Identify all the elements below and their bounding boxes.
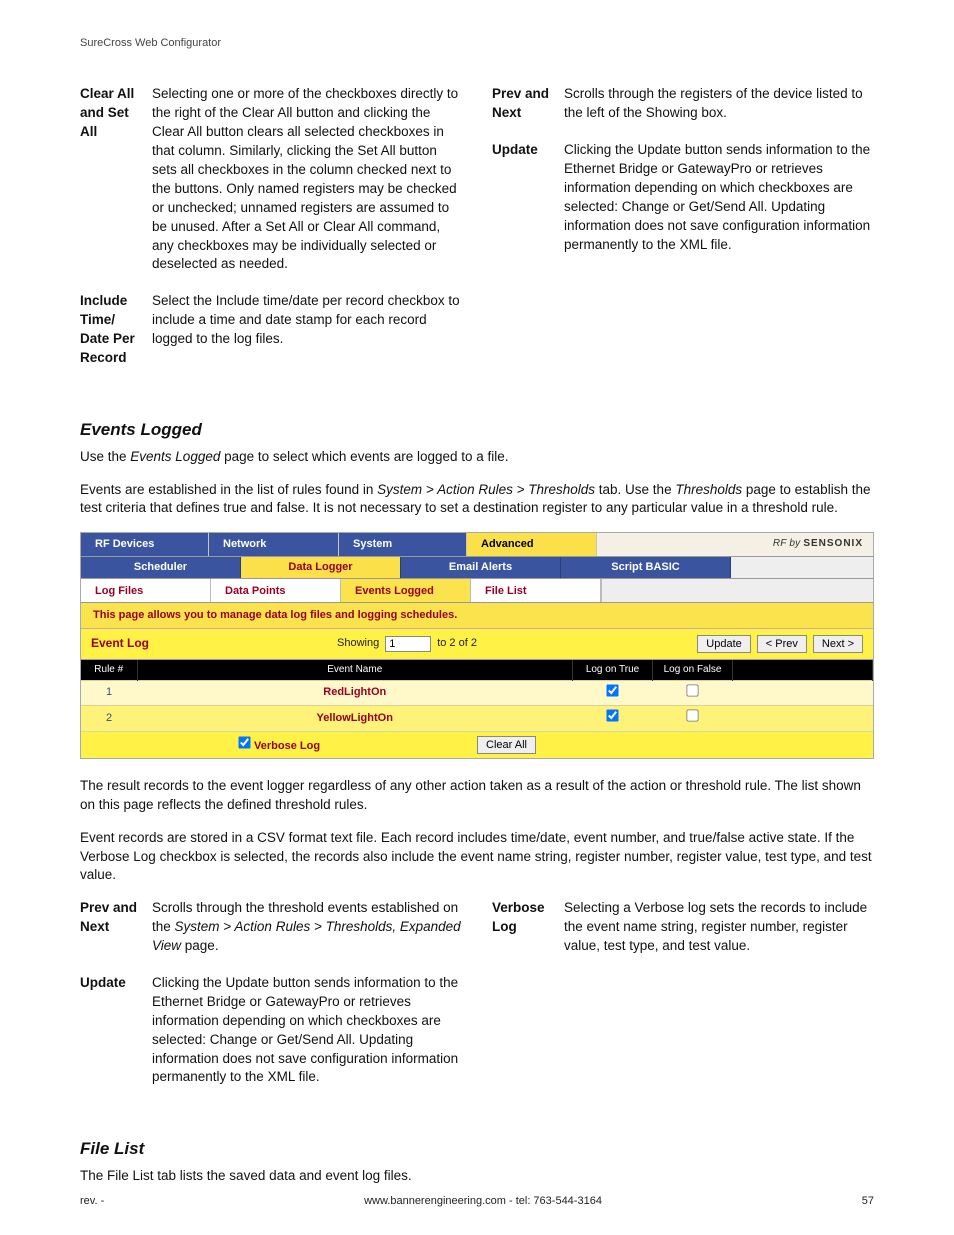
tab-file-list[interactable]: File List [471, 579, 601, 602]
text-em: System > Action Rules > Thresholds [377, 482, 595, 497]
footer-page-number: 57 [862, 1194, 874, 1209]
verbose-log-label: Verbose Log [254, 740, 320, 752]
update-button[interactable]: Update [697, 635, 750, 653]
def-term: Prev and Next [492, 85, 564, 123]
prev-button[interactable]: < Prev [757, 635, 807, 653]
tertiary-tabs: Log Files Data Points Events Logged File… [81, 579, 873, 603]
table-row: 1 RedLightOn [81, 680, 873, 705]
text: page to select which events are logged t… [220, 449, 508, 464]
cell-name: YellowLightOn [137, 706, 573, 731]
cell-log-true [573, 680, 653, 705]
def-term: Include Time/ Date Per Record [80, 292, 152, 368]
def-desc: Select the Include time/date per record … [152, 292, 462, 368]
cell-log-false [653, 706, 733, 731]
def-desc: Scrolls through the registers of the dev… [564, 85, 874, 123]
col-spacer [733, 660, 873, 681]
after-shot-p2: Event records are stored in a CSV format… [80, 829, 874, 886]
def-desc: Scrolls through the threshold events est… [152, 899, 462, 956]
brand-name: SENSONIX [803, 538, 863, 549]
top-definitions: Clear All and Set All Selecting one or m… [80, 85, 874, 385]
def-desc: Clicking the Update button sends informa… [152, 974, 462, 1087]
text: Use the [80, 449, 130, 464]
col-log-false: Log on False [653, 660, 733, 681]
showing-input[interactable] [385, 636, 431, 652]
file-list-intro: The File List tab lists the saved data a… [80, 1167, 874, 1186]
tab-log-files[interactable]: Log Files [81, 579, 211, 602]
def-term: Prev and Next [80, 899, 152, 956]
def-desc: Selecting a Verbose log sets the records… [564, 899, 874, 956]
tab-scheduler[interactable]: Scheduler [81, 557, 241, 578]
after-shot-p1: The result records to the event logger r… [80, 777, 874, 815]
showing-label: Showing [337, 636, 379, 651]
ui-screenshot-panel: RF Devices Network System Advanced RF by… [80, 532, 874, 759]
log-false-checkbox[interactable] [686, 684, 698, 696]
def-desc: Selecting one or more of the checkboxes … [152, 85, 462, 274]
table-row: 2 YellowLightOn [81, 706, 873, 731]
col-name: Event Name [137, 660, 573, 681]
tab-events-logged[interactable]: Events Logged [341, 579, 471, 602]
text: Events are established in the list of ru… [80, 482, 377, 497]
page-header: SureCross Web Configurator [80, 36, 874, 51]
col-rule: Rule # [81, 660, 137, 681]
def-term: Clear All and Set All [80, 85, 152, 274]
showing-range: to 2 of 2 [437, 636, 477, 651]
footer-url: www.bannerengineering.com - tel: 763-544… [364, 1194, 602, 1209]
col-log-true: Log on True [573, 660, 653, 681]
page-description-band: This page allows you to manage data log … [81, 603, 873, 628]
tab-rf-devices[interactable]: RF Devices [81, 533, 209, 556]
cell-log-false [653, 680, 733, 705]
footer-rev: rev. - [80, 1194, 104, 1209]
events-table-footer: Verbose Log Clear All [81, 731, 873, 758]
event-log-toolbar: Event Log Showing to 2 of 2 Update < Pre… [81, 629, 873, 660]
next-button[interactable]: Next > [813, 635, 863, 653]
def-term: Update [492, 141, 564, 254]
clear-all-button[interactable]: Clear All [477, 736, 536, 754]
brand-badge: RF by SENSONIX [597, 533, 873, 556]
text-em: Events Logged [130, 449, 220, 464]
def-desc: Clicking the Update button sends informa… [564, 141, 874, 254]
tab-system[interactable]: System [339, 533, 467, 556]
cell-rule: 1 [81, 680, 137, 705]
events-logged-intro-1: Use the Events Logged page to select whi… [80, 448, 874, 467]
cell-log-true [573, 706, 653, 731]
log-true-checkbox[interactable] [606, 684, 618, 696]
section-heading-events-logged: Events Logged [80, 418, 874, 442]
text: page. [181, 938, 219, 953]
events-table: Rule # Event Name Log on True Log on Fal… [81, 660, 873, 731]
tab-email-alerts[interactable]: Email Alerts [401, 557, 561, 578]
log-false-checkbox[interactable] [686, 709, 698, 721]
verbose-log-checkbox[interactable] [238, 736, 250, 748]
tab-data-logger[interactable]: Data Logger [241, 557, 401, 578]
text-em: Thresholds [675, 482, 742, 497]
brand-prefix: RF by [773, 538, 803, 549]
text: tab. Use the [595, 482, 675, 497]
cell-name: RedLightOn [137, 680, 573, 705]
lower-definitions: Prev and Next Scrolls through the thresh… [80, 899, 874, 1105]
def-term: Update [80, 974, 152, 1087]
events-logged-intro-2: Events are established in the list of ru… [80, 481, 874, 519]
secondary-tabs: Scheduler Data Logger Email Alerts Scrip… [81, 557, 873, 579]
tab-advanced[interactable]: Advanced [467, 533, 597, 556]
cell-rule: 2 [81, 706, 137, 731]
def-term: Verbose Log [492, 899, 564, 956]
log-true-checkbox[interactable] [606, 709, 618, 721]
tab-data-points[interactable]: Data Points [211, 579, 341, 602]
tab-network[interactable]: Network [209, 533, 339, 556]
tab-script-basic[interactable]: Script BASIC [561, 557, 731, 578]
event-log-title: Event Log [91, 635, 331, 652]
page-footer: rev. - www.bannerengineering.com - tel: … [80, 1194, 874, 1209]
primary-tabs: RF Devices Network System Advanced RF by… [81, 533, 873, 557]
section-heading-file-list: File List [80, 1137, 874, 1161]
